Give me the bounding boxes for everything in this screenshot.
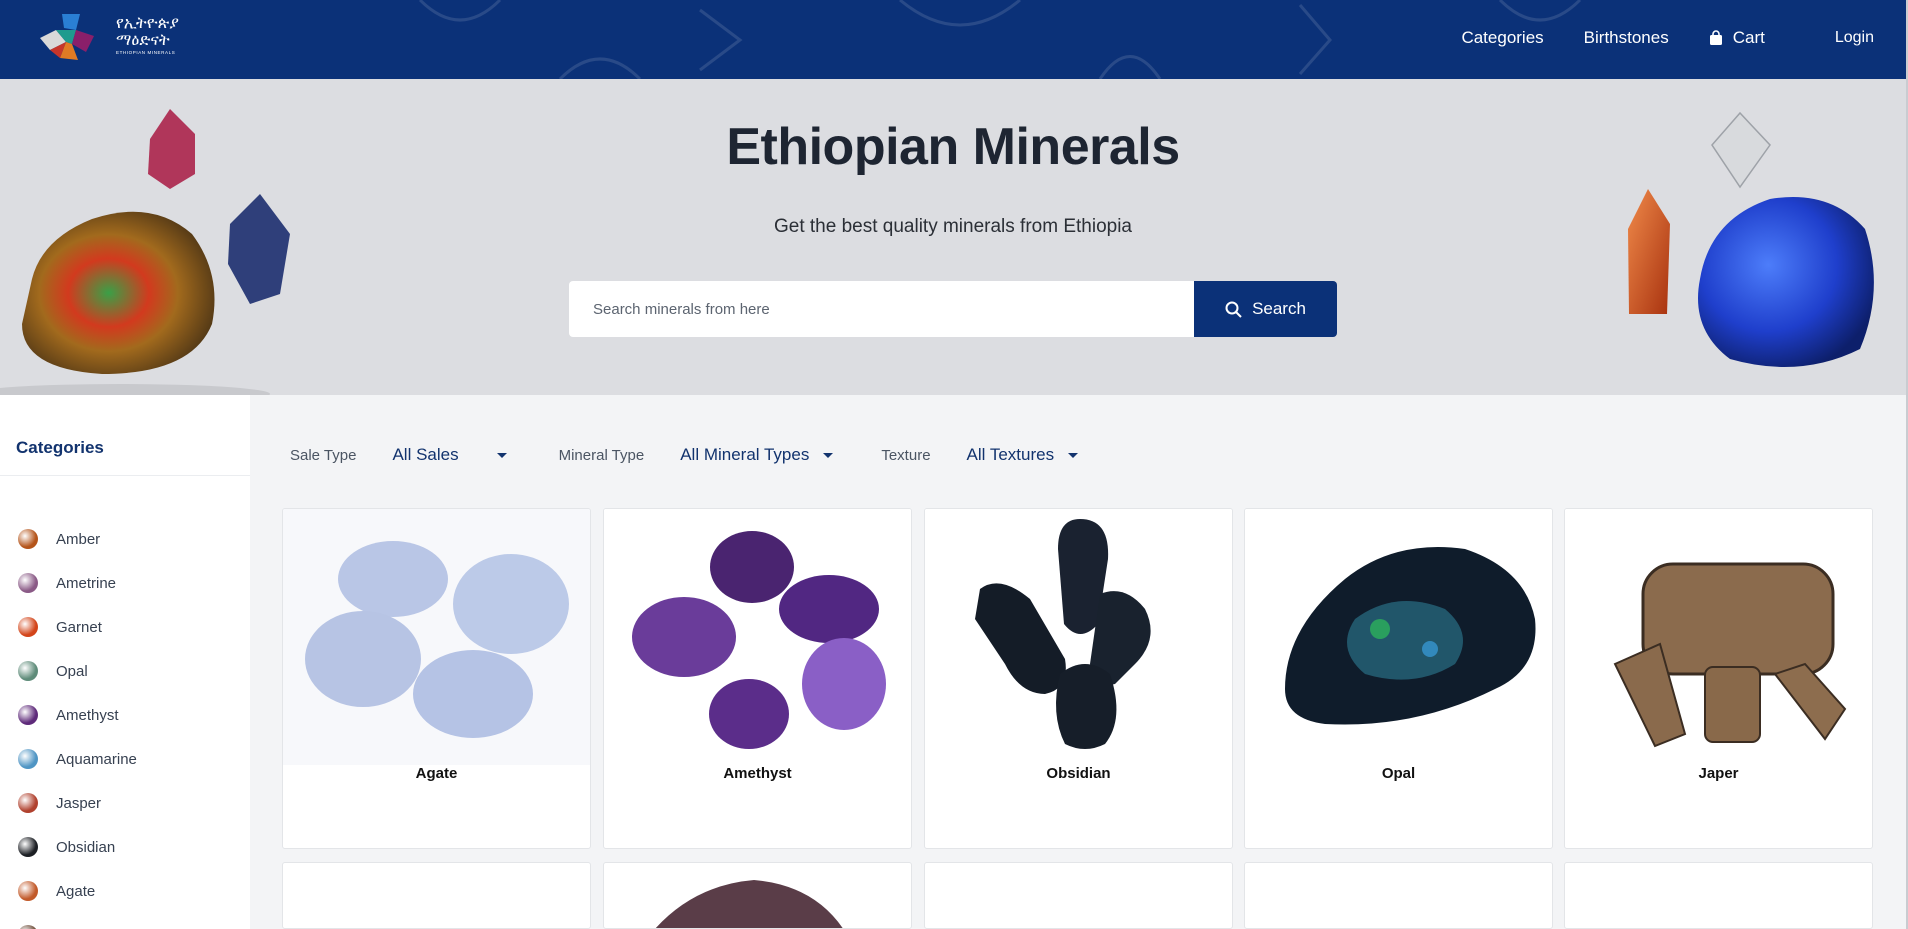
logo-text-line1: የኢትዮጵያ — [116, 13, 179, 32]
product-image — [655, 880, 843, 928]
top-navigation-bar: የኢትዮጵያ ማዕድናት ETHIOPIAN MINERALS Categori… — [0, 0, 1906, 79]
jasper-icon — [18, 793, 38, 813]
sidebar-item-amethyst[interactable]: Amethyst — [18, 693, 145, 737]
product-name: Agate — [415, 765, 458, 782]
amethyst-image — [604, 509, 911, 765]
opal-icon — [18, 661, 38, 681]
orange-crystal-image — [1628, 189, 1670, 314]
ametrine-icon — [18, 573, 38, 593]
search-button[interactable]: Search — [1194, 281, 1337, 337]
product-card[interactable] — [1244, 862, 1553, 929]
nav-categories[interactable]: Categories — [1461, 28, 1543, 48]
shopping-bag-icon — [1709, 30, 1722, 45]
product-card[interactable] — [603, 862, 912, 929]
product-name: Japer — [1698, 765, 1739, 782]
page-title: Ethiopian Minerals — [726, 118, 1180, 176]
sidebar-item-label: Agate — [56, 882, 96, 900]
logo-text: የኢትዮጵያ ማዕድናት — [116, 14, 179, 48]
jasper-image — [1565, 509, 1872, 765]
search-button-label: Search — [1252, 299, 1306, 318]
hero-banner: Ethiopian Minerals Get the best quality … — [0, 79, 1906, 395]
nav-login[interactable]: Login — [1835, 29, 1874, 47]
mineral-type-value: All Mineral Types — [680, 445, 810, 464]
chevron-down-icon — [496, 452, 507, 458]
sale-type-value: All Sales — [392, 445, 459, 464]
sidebar-item-label: Amber — [56, 530, 101, 548]
product-card-opal[interactable]: Opal — [1244, 508, 1553, 849]
sidebar-item-ametrine[interactable]: Ametrine — [18, 561, 145, 605]
search-input[interactable] — [569, 281, 1194, 337]
sidebar-item-label: Amethyst — [56, 706, 119, 724]
chevron-down-icon — [823, 452, 834, 458]
petrifiedwood-icon — [18, 925, 38, 929]
texture-dropdown[interactable]: All Textures — [967, 445, 1079, 465]
product-card[interactable] — [282, 862, 591, 929]
opal-image — [1245, 509, 1552, 765]
product-card[interactable] — [1564, 862, 1873, 929]
categories-sidebar: Categories Amber Ametrine Garnet Opal Am… — [0, 395, 250, 929]
nav-cart[interactable]: Cart — [1709, 28, 1765, 48]
nav-birthstones[interactable]: Birthstones — [1584, 28, 1669, 48]
product-card-jasper[interactable]: Japer — [1564, 508, 1873, 849]
sidebar-item-obsidian[interactable]: Obsidian — [18, 825, 145, 869]
mineral-type-dropdown[interactable]: All Mineral Types — [680, 445, 834, 465]
sidebar-divider — [0, 475, 250, 476]
product-card-agate[interactable]: Agate — [282, 508, 591, 849]
obsidian-icon — [18, 837, 38, 857]
sidebar-item-jasper[interactable]: Jasper — [18, 781, 145, 825]
product-name: Opal — [1381, 765, 1416, 782]
texture-label: Texture — [881, 446, 931, 464]
search-bar: Search — [569, 281, 1337, 337]
sidebar-title: Categories — [16, 438, 104, 457]
iolite-crystal-image — [228, 194, 290, 304]
search-icon — [1225, 301, 1242, 318]
sidebar-item-label: Ametrine — [56, 574, 117, 592]
product-card-obsidian[interactable]: Obsidian — [924, 508, 1233, 849]
sidebar-item-opal[interactable]: Opal — [18, 649, 145, 693]
sidebar-item-label: Opal — [56, 662, 88, 680]
main-nav: Categories Birthstones Cart Login — [1421, 26, 1906, 50]
amethyst-icon — [18, 705, 38, 725]
sidebar-item-label: Jasper — [56, 794, 102, 812]
logo-text-line2: ማዕድናት — [116, 30, 170, 49]
amber-icon — [18, 529, 38, 549]
mineral-type-label: Mineral Type — [558, 446, 645, 464]
hero-subtitle: Get the best quality minerals from Ethio… — [773, 216, 1132, 237]
texture-value: All Textures — [966, 445, 1055, 464]
sidebar-item-aquamarine[interactable]: Aquamarine — [18, 737, 145, 781]
product-card[interactable] — [924, 862, 1233, 929]
sidebar-item-petrifiedwood[interactable]: petrifiedwood — [18, 913, 145, 929]
agate-icon — [18, 881, 38, 901]
agate-image — [283, 509, 590, 765]
sidebar-item-garnet[interactable]: Garnet — [18, 605, 145, 649]
product-name: Amethyst — [723, 765, 792, 782]
sidebar-item-amber[interactable]: Amber — [18, 517, 145, 561]
filter-bar: Sale Type All Sales Mineral Type All Min… — [290, 437, 1079, 473]
sale-type-dropdown[interactable]: All Sales — [392, 445, 507, 465]
obsidian-image — [925, 509, 1232, 765]
chevron-down-icon — [1068, 452, 1079, 458]
aquamarine-icon — [18, 749, 38, 769]
sidebar-item-label: Obsidian — [56, 838, 116, 856]
sale-type-label: Sale Type — [290, 446, 357, 464]
sidebar-item-agate[interactable]: Agate — [18, 869, 145, 913]
category-list: Amber Ametrine Garnet Opal Amethyst Aqua… — [18, 517, 145, 929]
sidebar-item-label: Aquamarine — [56, 750, 137, 768]
logo-mark-icon — [40, 14, 94, 60]
product-card-amethyst[interactable]: Amethyst — [603, 508, 912, 849]
nav-cart-label: Cart — [1732, 28, 1765, 47]
garnet-icon — [18, 617, 38, 637]
product-name: Obsidian — [1046, 765, 1111, 782]
logo-subtext: ETHIOPIAN MINERALS — [116, 50, 176, 55]
site-logo[interactable]: የኢትዮጵያ ማዕድናት ETHIOPIAN MINERALS — [38, 12, 188, 60]
sidebar-item-label: Garnet — [56, 618, 102, 636]
